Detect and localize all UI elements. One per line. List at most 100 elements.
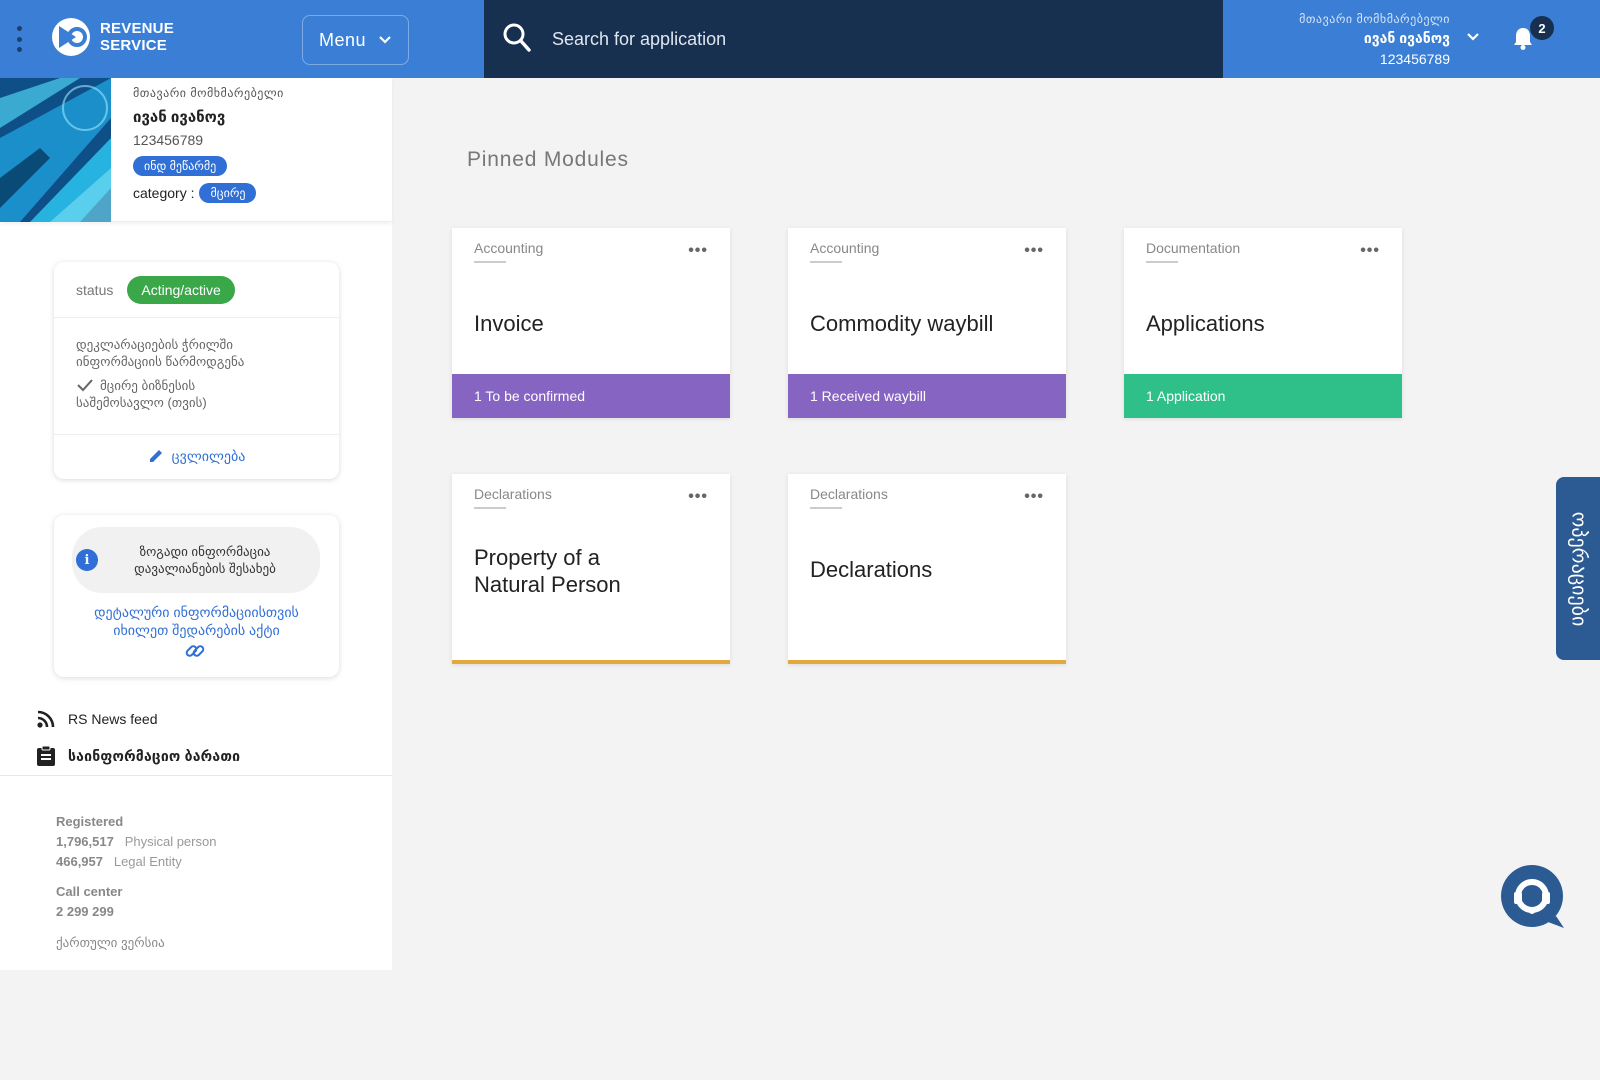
- nav-rs-news-feed[interactable]: RS News feed: [36, 709, 157, 729]
- search-input[interactable]: [552, 24, 1152, 54]
- profile-card: მთავარი მომხმარებელი ივან ივანოვ 1234567…: [0, 78, 392, 222]
- module-category-underline: [474, 261, 506, 263]
- edit-button[interactable]: ცვლილება: [54, 435, 339, 477]
- status-label: status: [76, 281, 114, 298]
- more-options-icon[interactable]: •••: [688, 242, 708, 260]
- debt-info-line-2: დავალიანების შესახებ: [134, 561, 276, 576]
- category-label: category :: [133, 185, 195, 201]
- module-card-applications[interactable]: Documentation ••• Applications 1 Applica…: [1124, 228, 1402, 418]
- debt-info-text: ზოგადი ინფორმაცია დავალიანების შესახებ: [98, 543, 320, 577]
- status-badge: Acting/active: [127, 275, 235, 304]
- checked-item-line-2: საშემოსავლო (თვის): [76, 395, 207, 410]
- profile-info: მთავარი მომხმარებელი ივან ივანოვ 1234567…: [133, 86, 284, 203]
- module-card-commodity-waybill[interactable]: Accounting ••• Commodity waybill 1 Recei…: [788, 228, 1066, 418]
- more-options-icon[interactable]: •••: [688, 488, 708, 506]
- status-line-2: ინფორმაციის წარმოდგენა: [76, 354, 245, 369]
- status-card: status Acting/active დეკლარაციების ჭრილშ…: [54, 262, 339, 479]
- module-title: Property of a Natural Person: [474, 545, 621, 597]
- chevron-down-icon: [379, 36, 391, 44]
- language-switch-link[interactable]: ქართული ვერსია: [56, 935, 165, 951]
- module-accent-bar: [452, 660, 730, 664]
- profile-name: ივან ივანოვ: [133, 109, 226, 126]
- top-header: REVENUE SERVICE Menu მთავარი მომხმარებელ…: [0, 0, 1600, 78]
- entity-type-pill: ინდ მეწარმე: [133, 156, 228, 176]
- comparison-act-link[interactable]: დეტალური ინფორმაციისთვის იხილეთ შედარები…: [68, 603, 325, 639]
- search-icon[interactable]: [502, 22, 532, 54]
- registration-stats: Registered 1,796,517 Physical person 466…: [56, 812, 216, 922]
- module-category: Accounting: [474, 240, 544, 256]
- sidebar: მთავარი მომხმარებელი ივან ივანოვ 1234567…: [0, 78, 392, 970]
- module-category: Declarations: [474, 486, 552, 502]
- pencil-icon: [149, 450, 162, 462]
- checked-item-line-1: მცირე ბიზნესის: [100, 378, 196, 393]
- module-footer[interactable]: 1 To be confirmed: [452, 374, 730, 418]
- legal-stat: 466,957 Legal Entity: [56, 852, 216, 872]
- chat-support-icon[interactable]: [1500, 864, 1568, 932]
- check-icon: [77, 379, 93, 392]
- more-options-icon[interactable]: •••: [1360, 242, 1380, 260]
- logo-icon: [52, 18, 90, 56]
- logo-text: REVENUE SERVICE: [100, 20, 174, 54]
- physical-label: Physical person: [124, 834, 217, 849]
- module-category-underline: [1146, 261, 1178, 263]
- profile-role: მთავარი მომხმარებელი: [133, 86, 284, 100]
- user-id: 123456789: [1379, 51, 1450, 67]
- chevron-down-icon[interactable]: [1466, 32, 1480, 42]
- module-footer[interactable]: 1 Application: [1124, 374, 1402, 418]
- comparison-link-line-1: დეტალური ინფორმაციისთვის: [94, 604, 299, 620]
- call-center-number: 2 299 299: [56, 904, 114, 919]
- debt-info-line-1: ზოგადი ინფორმაცია: [139, 544, 271, 559]
- call-center-label: Call center: [56, 884, 123, 899]
- edit-label: ცვლილება: [171, 447, 246, 464]
- category-pill: მცირე: [199, 183, 257, 203]
- nav-info-board[interactable]: საინფორმაციო ბარათი: [36, 745, 240, 767]
- legal-count: 466,957: [56, 854, 103, 869]
- module-title: Invoice: [474, 311, 544, 336]
- profile-id: 123456789: [133, 132, 204, 148]
- category-row: category : მცირე: [133, 183, 284, 203]
- status-details: დეკლარაციების ჭრილში ინფორმაციის წარმოდგ…: [54, 318, 339, 435]
- module-card-invoice[interactable]: Accounting ••• Invoice 1 To be confirmed: [452, 228, 730, 418]
- module-title: Applications: [1146, 311, 1265, 336]
- nav-news-label: RS News feed: [68, 711, 158, 727]
- profile-image: [0, 78, 111, 222]
- operations-tab-label: ოპერაციები: [1567, 511, 1590, 626]
- link-icon[interactable]: [184, 640, 206, 662]
- status-row: status Acting/active: [54, 262, 339, 318]
- module-card-declarations[interactable]: Declarations ••• Declarations: [788, 474, 1066, 664]
- module-card-property-natural-person[interactable]: Declarations ••• Property of a Natural P…: [452, 474, 730, 664]
- logo[interactable]: REVENUE SERVICE: [50, 16, 174, 58]
- logo-line-1: REVENUE: [100, 20, 174, 37]
- header-user-area: მთავარი მომხმარებელი ივან ივანოვ 1234567…: [1223, 0, 1600, 78]
- menu-label: Menu: [318, 29, 367, 50]
- search-bar: [484, 0, 1223, 78]
- logo-line-2: SERVICE: [100, 37, 167, 54]
- module-category-underline: [474, 507, 506, 509]
- debt-info-bubble: i ზოგადი ინფორმაცია დავალიანების შესახებ: [72, 527, 320, 593]
- legal-label: Legal Entity: [113, 854, 182, 869]
- menu-button[interactable]: Menu: [302, 15, 409, 65]
- header-brand-area: REVENUE SERVICE Menu: [0, 0, 484, 78]
- module-title: Declarations: [810, 557, 933, 582]
- page-title: Pinned Modules: [467, 148, 629, 171]
- status-line-1: დეკლარაციების ჭრილში: [76, 337, 234, 352]
- user-menu[interactable]: მთავარი მომხმარებელი ივან ივანოვ 1234567…: [1299, 12, 1450, 67]
- debt-info-card: i ზოგადი ინფორმაცია დავალიანების შესახებ…: [54, 515, 339, 677]
- rss-icon: [37, 710, 55, 728]
- nav-info-label: საინფორმაციო ბარათი: [68, 747, 241, 764]
- physical-count: 1,796,517: [56, 834, 114, 849]
- module-footer[interactable]: 1 Received waybill: [788, 374, 1066, 418]
- more-options-icon[interactable]: •••: [1024, 242, 1044, 260]
- comparison-link-line-2: იხილეთ შედარების აქტი: [113, 622, 280, 638]
- more-options-icon[interactable]: •••: [1024, 488, 1044, 506]
- registered-label: Registered: [56, 814, 124, 829]
- physical-stat: 1,796,517 Physical person: [56, 832, 216, 852]
- operations-side-tab[interactable]: ოპერაციები: [1556, 477, 1600, 660]
- user-role: მთავარი მომხმარებელი: [1299, 12, 1450, 26]
- module-category-underline: [810, 261, 842, 263]
- module-category: Declarations: [810, 486, 888, 502]
- checked-item: მცირე ბიზნესის: [76, 377, 317, 394]
- notification-badge[interactable]: 2: [1530, 16, 1554, 40]
- kebab-icon[interactable]: [16, 26, 22, 52]
- user-name: ივან ივანოვ: [1363, 30, 1450, 46]
